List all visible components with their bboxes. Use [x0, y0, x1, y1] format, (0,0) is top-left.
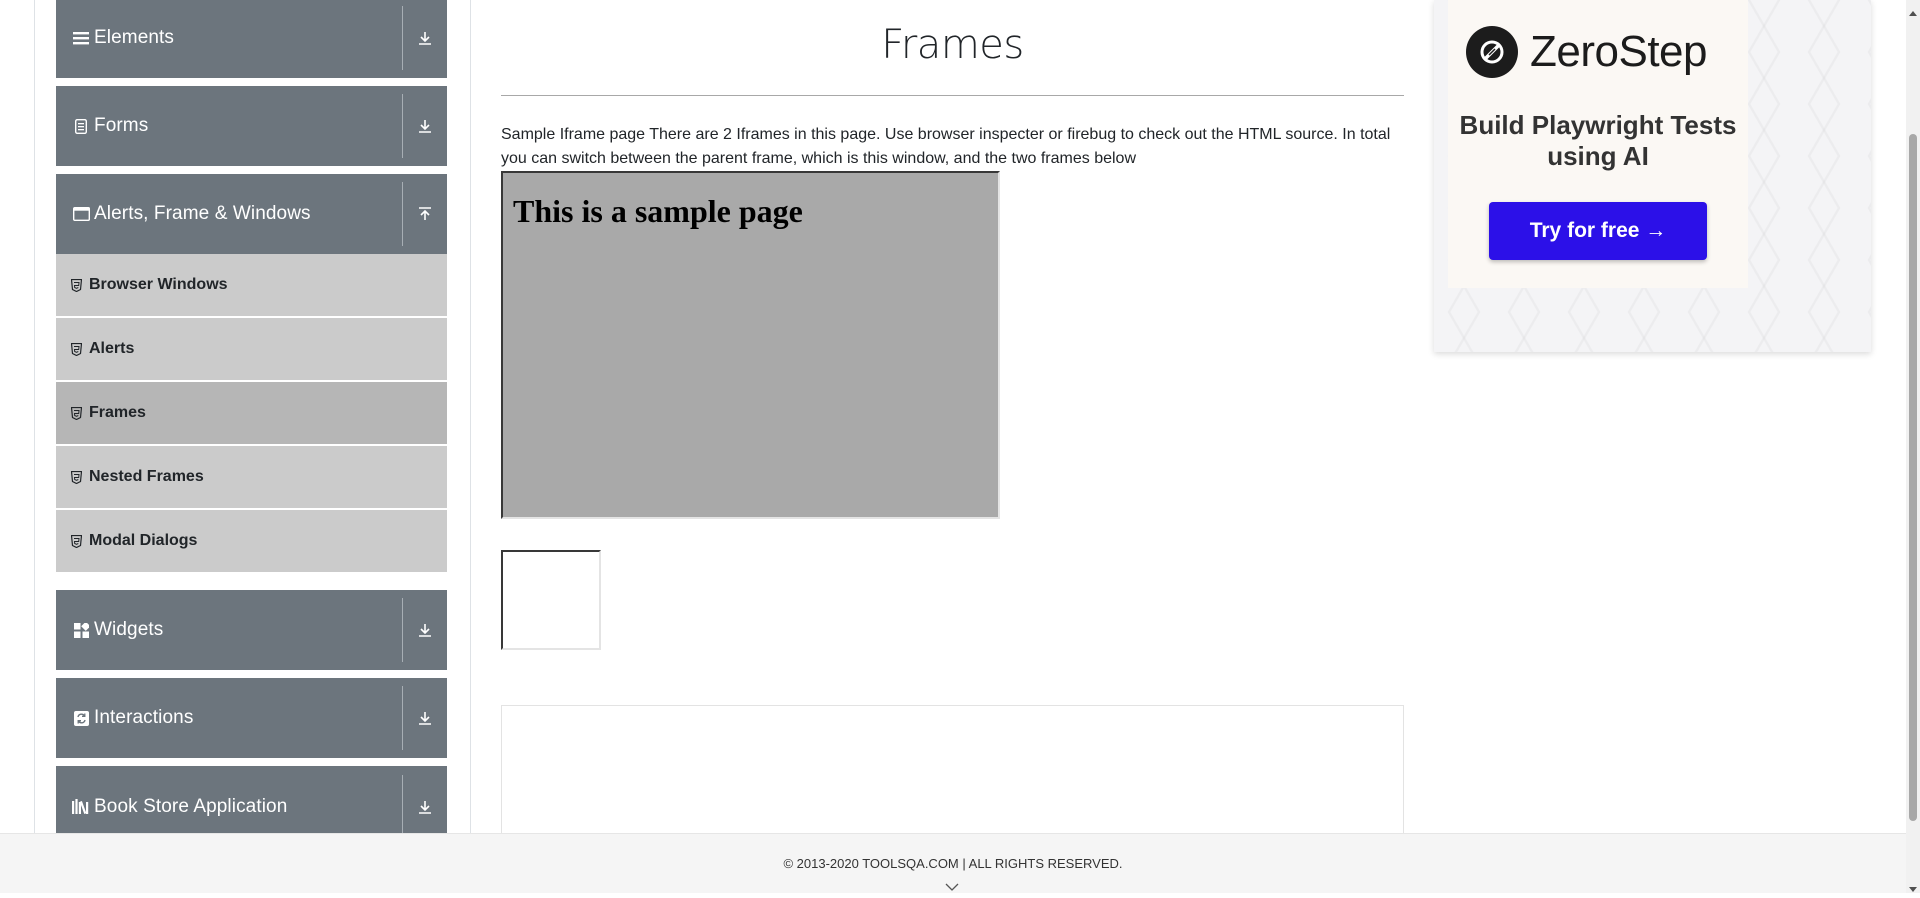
- group-label: Widgets: [94, 619, 164, 640]
- scroll-up-arrow-icon[interactable]: [1909, 3, 1917, 21]
- zerostep-logo-icon: [1466, 26, 1518, 78]
- footer: © 2013-2020 TOOLSQA.COM | ALL RIGHTS RES…: [0, 833, 1906, 893]
- main-divider: [470, 0, 471, 833]
- interactions-icon: [72, 709, 90, 727]
- ad-headline: Build Playwright Tests using AI: [1459, 110, 1737, 171]
- page-description: Sample Iframe page There are 2 Iframes i…: [501, 126, 1391, 167]
- download-arrow-icon[interactable]: [403, 678, 447, 758]
- submenu-item-alerts[interactable]: Alerts: [56, 318, 447, 380]
- page-title: Frames: [881, 22, 1024, 68]
- group-label: Alerts, Frame & Windows: [94, 203, 311, 224]
- html5-icon: [70, 406, 82, 420]
- group-label: Interactions: [94, 707, 194, 728]
- submenu: Browser Windows Alerts Frames Nested Fra…: [56, 254, 447, 574]
- hamburger-icon: [72, 29, 90, 47]
- group-interactions[interactable]: Interactions: [56, 678, 447, 758]
- ad-card: ZeroStep Build Playwright Tests using AI…: [1448, 0, 1748, 288]
- download-arrow-icon[interactable]: [403, 86, 447, 166]
- scroll-down-arrow-icon[interactable]: [1909, 880, 1917, 898]
- download-arrow-icon[interactable]: [403, 767, 447, 834]
- html5-icon: [70, 470, 82, 484]
- download-arrow-icon[interactable]: [403, 590, 447, 670]
- ad-banner[interactable]: ZeroStep Build Playwright Tests using AI…: [1434, 0, 1871, 352]
- group-elements[interactable]: Elements: [56, 0, 447, 78]
- ad-cta-button[interactable]: Try for free →: [1489, 202, 1707, 260]
- group-label: Book Store Application: [94, 795, 288, 817]
- window-icon: [72, 205, 90, 223]
- group-book-store-application[interactable]: Book Store Application: [56, 766, 447, 833]
- group-label: Forms: [94, 115, 149, 136]
- title-rule: [501, 95, 1404, 96]
- group-alerts-frame-windows[interactable]: Alerts, Frame & Windows: [56, 174, 447, 254]
- chevron-down-icon[interactable]: [945, 878, 959, 896]
- submenu-item-nested-frames[interactable]: Nested Frames: [56, 446, 447, 508]
- widgets-icon: [72, 621, 90, 639]
- html5-icon: [70, 534, 82, 548]
- scrollbar-thumb[interactable]: [1909, 134, 1917, 821]
- html5-icon: [70, 278, 82, 292]
- submenu-label: Browser Windows: [89, 276, 228, 293]
- ad-brand: ZeroStep: [1466, 26, 1707, 78]
- form-icon: [72, 117, 90, 135]
- books-icon: [72, 798, 90, 816]
- iframe-frame1[interactable]: This is a sample page: [501, 171, 1000, 519]
- submenu-label: Frames: [89, 404, 146, 421]
- ad-container: [501, 705, 1404, 845]
- submenu-item-modal-dialogs[interactable]: Modal Dialogs: [56, 510, 447, 572]
- frame-heading: This is a sample page: [513, 193, 803, 229]
- submenu-item-frames[interactable]: Frames: [56, 382, 447, 444]
- submenu-label: Modal Dialogs: [89, 532, 198, 549]
- html5-icon: [70, 342, 82, 356]
- submenu-item-browser-windows[interactable]: Browser Windows: [56, 254, 447, 316]
- footer-copyright: © 2013-2020 TOOLSQA.COM | ALL RIGHTS RES…: [783, 856, 1123, 871]
- group-forms[interactable]: Forms: [56, 86, 447, 166]
- group-widgets[interactable]: Widgets: [56, 590, 447, 670]
- upload-arrow-icon[interactable]: [403, 174, 447, 254]
- download-arrow-icon[interactable]: [403, 0, 447, 78]
- submenu-label: Alerts: [89, 340, 135, 357]
- vertical-scrollbar[interactable]: [1906, 0, 1920, 893]
- submenu-label: Nested Frames: [89, 468, 204, 485]
- left-border: [34, 0, 35, 833]
- ad-brand-name: ZeroStep: [1530, 27, 1707, 76]
- iframe-frame2[interactable]: [501, 550, 601, 650]
- group-label: Elements: [94, 27, 175, 48]
